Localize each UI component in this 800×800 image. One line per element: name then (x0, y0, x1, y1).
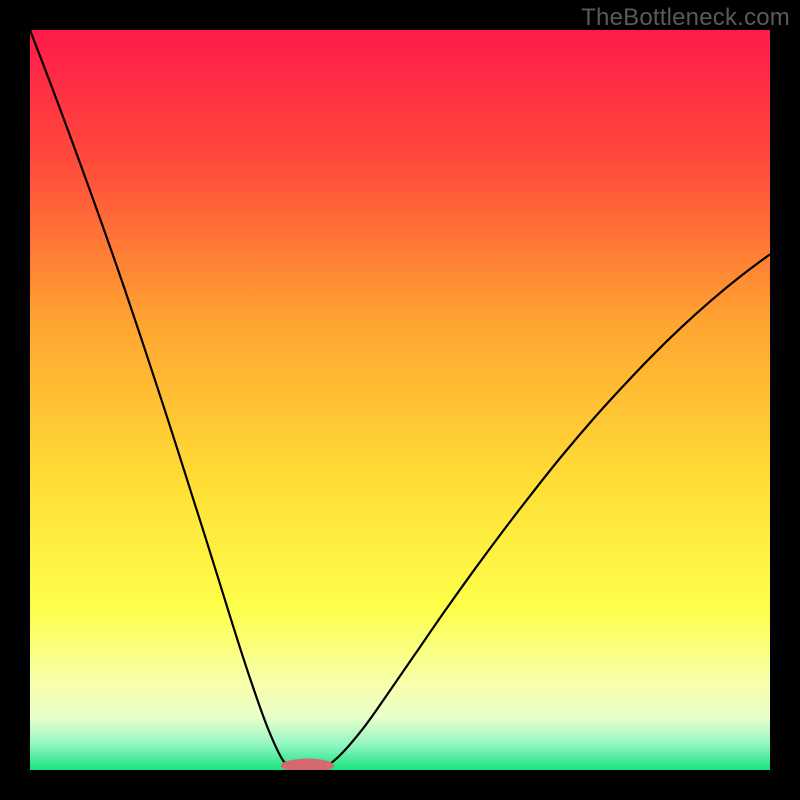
chart-frame: TheBottleneck.com (0, 0, 800, 800)
bottleneck-chart (30, 30, 770, 770)
plot-background (30, 30, 770, 770)
watermark-text: TheBottleneck.com (581, 4, 790, 32)
